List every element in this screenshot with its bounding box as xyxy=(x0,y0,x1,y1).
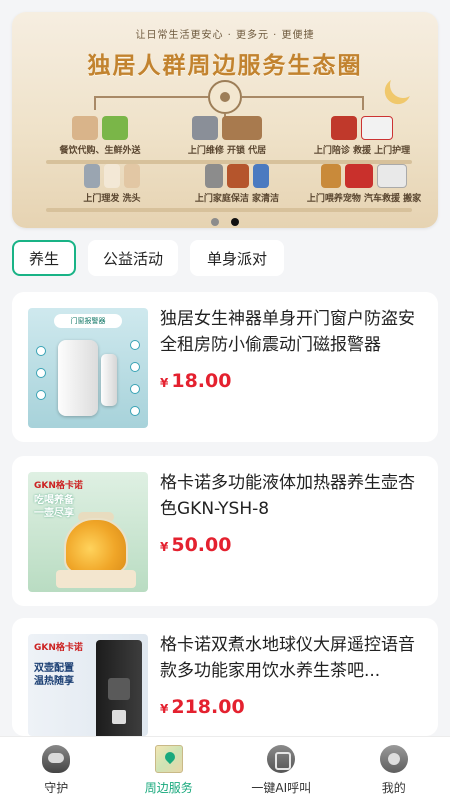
shampoo-icon xyxy=(104,164,120,188)
nav-profile[interactable]: 我的 xyxy=(338,737,450,800)
service-label: 上门维修 开锁 代居 xyxy=(187,146,267,156)
service-label: 上门家庭保洁 家清洁 xyxy=(194,194,280,204)
tow-truck-icon xyxy=(345,164,373,188)
bottom-navigation: 守护 周边服务 一键AI呼叫 我的 xyxy=(0,736,450,800)
service-label: 餐饮代购、生鲜外送 xyxy=(59,146,141,156)
feature-icon xyxy=(36,346,46,356)
nav-ai-call[interactable]: 一键AI呼叫 xyxy=(225,737,338,800)
price-value: 50.00 xyxy=(171,534,232,556)
feature-icon xyxy=(130,384,140,394)
product-slogan: 吃喝养备 一壶尽享 xyxy=(34,495,74,519)
alarm-magnet-graphic xyxy=(101,354,117,406)
shield-icon xyxy=(42,745,71,773)
nav-label: 一键AI呼叫 xyxy=(251,781,312,795)
product-price: ¥50.00 xyxy=(160,534,231,556)
kettle-base-graphic xyxy=(56,570,136,588)
product-card[interactable]: GKN格卡诺 吃喝养备 一壶尽享 格卡诺多功能液体加热器养生壶杏色GKN-YSH… xyxy=(12,456,438,606)
ambulance-icon xyxy=(361,116,393,140)
category-tabs: 养生 公益活动 单身派对 xyxy=(12,240,284,276)
banner-subtitle: 让日常生活更安心 · 更多元 · 更便捷 xyxy=(135,30,315,41)
dispenser-spout-graphic xyxy=(108,678,130,700)
package-icon xyxy=(72,116,98,140)
nav-label: 周边服务 xyxy=(144,781,193,795)
connector-line xyxy=(94,96,208,98)
hair-dryer-icon xyxy=(84,164,100,188)
tab-singles-party[interactable]: 单身派对 xyxy=(190,240,284,276)
brand-logo: GKN格卡诺 xyxy=(34,643,83,653)
carousel-dot[interactable] xyxy=(211,218,219,226)
tab-health[interactable]: 养生 xyxy=(12,240,76,276)
alarm-device-graphic xyxy=(58,340,98,416)
product-price: ¥218.00 xyxy=(160,696,245,718)
nav-guard[interactable]: 守护 xyxy=(0,737,113,800)
house-icon xyxy=(222,116,262,140)
price-value: 18.00 xyxy=(171,370,232,392)
feature-icon xyxy=(36,390,46,400)
kettle-graphic xyxy=(64,518,128,574)
brand-logo: GKN格卡诺 xyxy=(34,481,83,491)
service-label: 上门理发 洗头 xyxy=(83,194,141,204)
cup-graphic xyxy=(112,710,126,724)
product-title[interactable]: 独居女生神器单身开门窗户防盗安全租房防小偷震动门磁报警器 xyxy=(160,306,420,358)
service-repair[interactable]: 上门维修 开锁 代居 xyxy=(172,108,282,156)
pet-food-icon xyxy=(321,164,341,188)
promo-banner[interactable]: 让日常生活更安心 · 更多元 · 更便捷 独居人群周边服务生态圈 餐饮代购、生鲜… xyxy=(12,12,438,228)
product-title[interactable]: 格卡诺多功能液体加热器养生壶杏色GKN-YSH-8 xyxy=(160,470,420,522)
moving-truck-icon xyxy=(377,164,407,188)
product-card[interactable]: 门窗报警器 独居女生神器单身开门窗户防盗安全租房防小偷震动门磁报警器 ¥18.0… xyxy=(12,292,438,442)
product-price: ¥18.00 xyxy=(160,370,231,392)
tab-charity[interactable]: 公益活动 xyxy=(88,240,178,276)
product-image-caption: 门窗报警器 xyxy=(54,314,122,328)
product-title[interactable]: 格卡诺双煮水地球仪大屏遥控语音款多功能家用饮水养生茶吧... xyxy=(160,632,420,684)
feature-icon xyxy=(36,368,46,378)
product-image[interactable]: GKN格卡诺 双壶配置 温热随享 xyxy=(28,634,148,736)
carousel-indicator xyxy=(12,218,438,226)
product-slogan: 双壶配置 温热随享 xyxy=(34,663,74,687)
product-image[interactable]: 门窗报警器 xyxy=(28,308,148,428)
banner-title: 独居人群周边服务生态圈 xyxy=(87,53,363,79)
currency-symbol: ¥ xyxy=(160,540,169,554)
service-label: 上门陪诊 救援 上门护理 xyxy=(313,146,411,156)
plant-pot-icon xyxy=(227,164,249,188)
detergent-icon xyxy=(253,164,269,188)
service-haircut[interactable]: 上门理发 洗头 xyxy=(64,156,160,204)
carousel-dot-active[interactable] xyxy=(231,218,239,226)
price-value: 218.00 xyxy=(171,696,245,718)
grocery-basket-icon xyxy=(102,116,128,140)
currency-symbol: ¥ xyxy=(160,376,169,390)
medical-kit-icon xyxy=(331,116,357,140)
service-label: 上门喂养宠物 汽车救援 搬家 xyxy=(306,194,422,204)
vacuum-icon xyxy=(205,164,223,188)
connector-line xyxy=(242,96,364,98)
nav-label: 守护 xyxy=(44,781,69,795)
user-icon xyxy=(379,745,408,773)
service-cleaning[interactable]: 上门家庭保洁 家清洁 xyxy=(182,156,292,204)
product-card[interactable]: GKN格卡诺 双壶配置 温热随享 格卡诺双煮水地球仪大屏遥控语音款多功能家用饮水… xyxy=(12,618,438,736)
towel-icon xyxy=(124,164,140,188)
service-food-delivery[interactable]: 餐饮代购、生鲜外送 xyxy=(50,108,150,156)
product-image[interactable]: GKN格卡诺 吃喝养备 一壶尽享 xyxy=(28,472,148,592)
nav-nearby-services[interactable]: 周边服务 xyxy=(113,737,226,800)
feature-icon xyxy=(130,362,140,372)
phone-call-icon xyxy=(267,745,296,773)
service-medical[interactable]: 上门陪诊 救援 上门护理 xyxy=(310,108,414,156)
service-pet-car-moving[interactable]: 上门喂养宠物 汽车救援 搬家 xyxy=(302,156,426,204)
nav-label: 我的 xyxy=(381,781,406,795)
currency-symbol: ¥ xyxy=(160,702,169,716)
feature-icon xyxy=(130,406,140,416)
banner-shelf xyxy=(46,208,412,212)
map-icon xyxy=(154,745,183,773)
tools-icon xyxy=(192,116,218,140)
feature-icon xyxy=(130,340,140,350)
